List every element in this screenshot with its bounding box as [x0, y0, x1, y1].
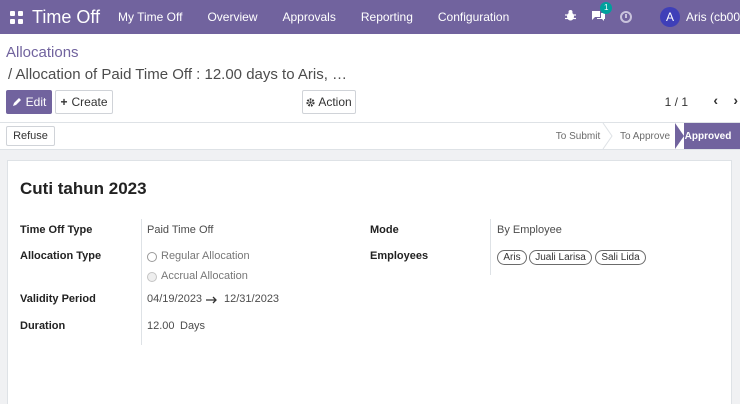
mode-value: By Employee [497, 224, 562, 236]
navbar-systray: 1 A Aris (cb00 [564, 0, 740, 34]
menu-configuration[interactable]: Configuration [438, 10, 509, 24]
regular-allocation-radio[interactable] [147, 252, 157, 262]
avatar[interactable]: A [659, 7, 680, 27]
pager-next-icon[interactable]: › [733, 92, 738, 108]
action-button[interactable]: Action [302, 90, 356, 114]
pencil-icon [12, 98, 21, 106]
allocation-type-label: Allocation Type [20, 250, 102, 262]
employee-tag[interactable]: Juali Larisa [529, 250, 592, 265]
control-panel: Allocations / Allocation of Paid Time Of… [0, 34, 740, 123]
time-off-type-value: Paid Time Off [147, 224, 214, 236]
gear-icon [306, 97, 315, 107]
stage-to-approve[interactable]: To Approve [612, 123, 678, 149]
action-label: Action [318, 95, 352, 109]
menu-my-time-off[interactable]: My Time Off [118, 10, 182, 24]
chat-icon[interactable]: 1 [591, 1, 613, 25]
app-brand[interactable]: Time Off [32, 7, 100, 28]
arrow-right-icon [206, 296, 217, 304]
plus-icon: + [60, 95, 68, 109]
duration-unit: Days [180, 320, 206, 332]
breadcrumb-current: / Allocation of Paid Time Off : 12.00 da… [8, 66, 348, 83]
mode-label: Mode [370, 224, 399, 236]
apps-menu-icon[interactable] [6, 7, 26, 27]
accrual-allocation-label: Accrual Allocation [161, 270, 248, 282]
chat-count-badge: 1 [599, 1, 613, 14]
validity-start-date: 04/19/2023 [147, 293, 203, 305]
user-menu[interactable]: Aris (cb00 [686, 10, 740, 24]
edit-button[interactable]: Edit [6, 90, 52, 114]
regular-allocation-label: Regular Allocation [161, 250, 250, 262]
accrual-allocation-radio[interactable] [147, 272, 157, 282]
menu-reporting[interactable]: Reporting [361, 10, 413, 24]
right-group-divider [490, 219, 491, 275]
pager-value[interactable]: 1 / 1 [665, 95, 688, 109]
employees-label: Employees [370, 250, 429, 262]
refuse-button[interactable]: Refuse [6, 126, 55, 146]
stage-approved[interactable]: Approved [675, 123, 740, 149]
stage-approved-label: Approved [684, 130, 732, 142]
statusbar: Refuse To Submit To Approve Approved [0, 123, 740, 150]
clock-icon[interactable] [619, 11, 632, 23]
top-navbar: Time Off My Time Off Overview Approvals … [0, 0, 740, 34]
stage-to-submit[interactable]: To Submit [548, 123, 608, 149]
pager-previous-icon[interactable]: ‹ [713, 92, 718, 108]
edit-label: Edit [25, 95, 47, 109]
left-group-divider [141, 219, 142, 345]
menu-overview[interactable]: Overview [207, 10, 257, 24]
bug-icon[interactable] [564, 9, 577, 25]
time-off-type-label: Time Off Type [20, 224, 93, 236]
breadcrumb-allocations[interactable]: Allocations [6, 44, 79, 61]
employee-tag[interactable]: Aris [497, 250, 527, 265]
form-sheet: Cuti tahun 2023 Time Off Type Paid Time … [7, 160, 732, 404]
employee-tag[interactable]: Sali Lida [595, 250, 646, 265]
create-button[interactable]: + Create [55, 90, 113, 114]
allocation-title: Cuti tahun 2023 [20, 179, 147, 198]
validity-end-date: 12/31/2023 [224, 293, 280, 305]
menu-approvals[interactable]: Approvals [282, 10, 335, 24]
duration-label: Duration [20, 320, 66, 332]
validity-period-label: Validity Period [20, 293, 96, 305]
create-label: Create [71, 95, 108, 109]
duration-value: 12.00 [147, 320, 175, 332]
